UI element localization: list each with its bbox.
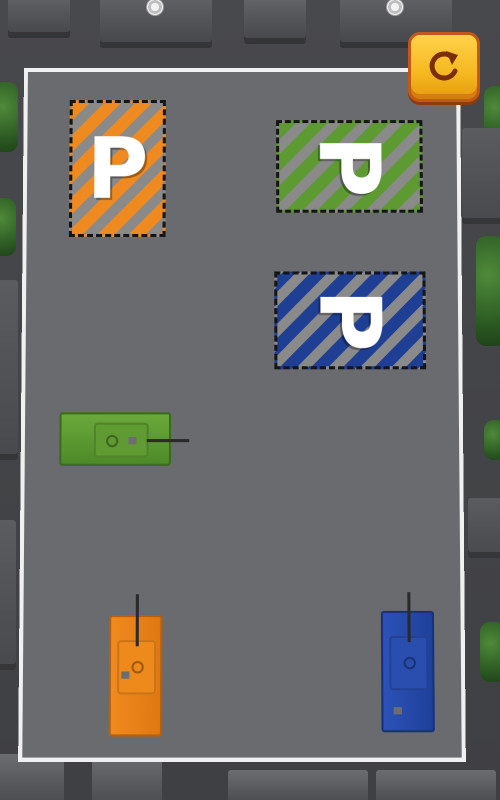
tank-barrel — [135, 594, 139, 647]
tank-blue[interactable] — [380, 592, 435, 733]
parking-spot-label: P — [86, 119, 149, 218]
bush-left-2 — [0, 198, 16, 256]
parking-spot-blue: P — [274, 271, 427, 370]
hatch-icon — [106, 434, 119, 448]
hatch-icon — [403, 656, 416, 670]
bottom-block-2 — [92, 756, 162, 800]
tank-barrel — [146, 439, 190, 443]
parking-spot-green: P — [276, 120, 424, 213]
tank-green[interactable] — [59, 412, 190, 466]
top-block-1 — [8, 0, 70, 38]
vent-icon — [121, 671, 130, 679]
tank-orange[interactable] — [108, 594, 163, 737]
left-block-2 — [0, 520, 16, 670]
vent-icon — [393, 707, 402, 715]
game-scene: P P P — [0, 0, 500, 800]
hatch-icon — [131, 660, 144, 674]
tank-turret — [93, 422, 149, 458]
parking-lot: P P P — [18, 68, 466, 762]
parking-spot-label: P — [300, 135, 399, 198]
restart-icon — [429, 51, 458, 81]
parking-spot-orange: P — [68, 100, 166, 237]
bush-left-1 — [0, 82, 18, 152]
restart-button[interactable] — [408, 32, 480, 102]
bush-right-3 — [484, 420, 500, 460]
bottom-block-4 — [376, 770, 496, 800]
top-block-3 — [244, 0, 306, 44]
parking-spot-label: P — [300, 288, 400, 352]
right-block-1 — [462, 128, 500, 224]
vent-icon — [128, 436, 137, 445]
right-block-2 — [468, 498, 500, 558]
left-block-1 — [0, 280, 18, 460]
bush-right-2 — [476, 236, 500, 346]
bottom-block-3 — [228, 770, 368, 800]
bush-right-4 — [480, 622, 500, 682]
tank-barrel — [407, 592, 411, 643]
